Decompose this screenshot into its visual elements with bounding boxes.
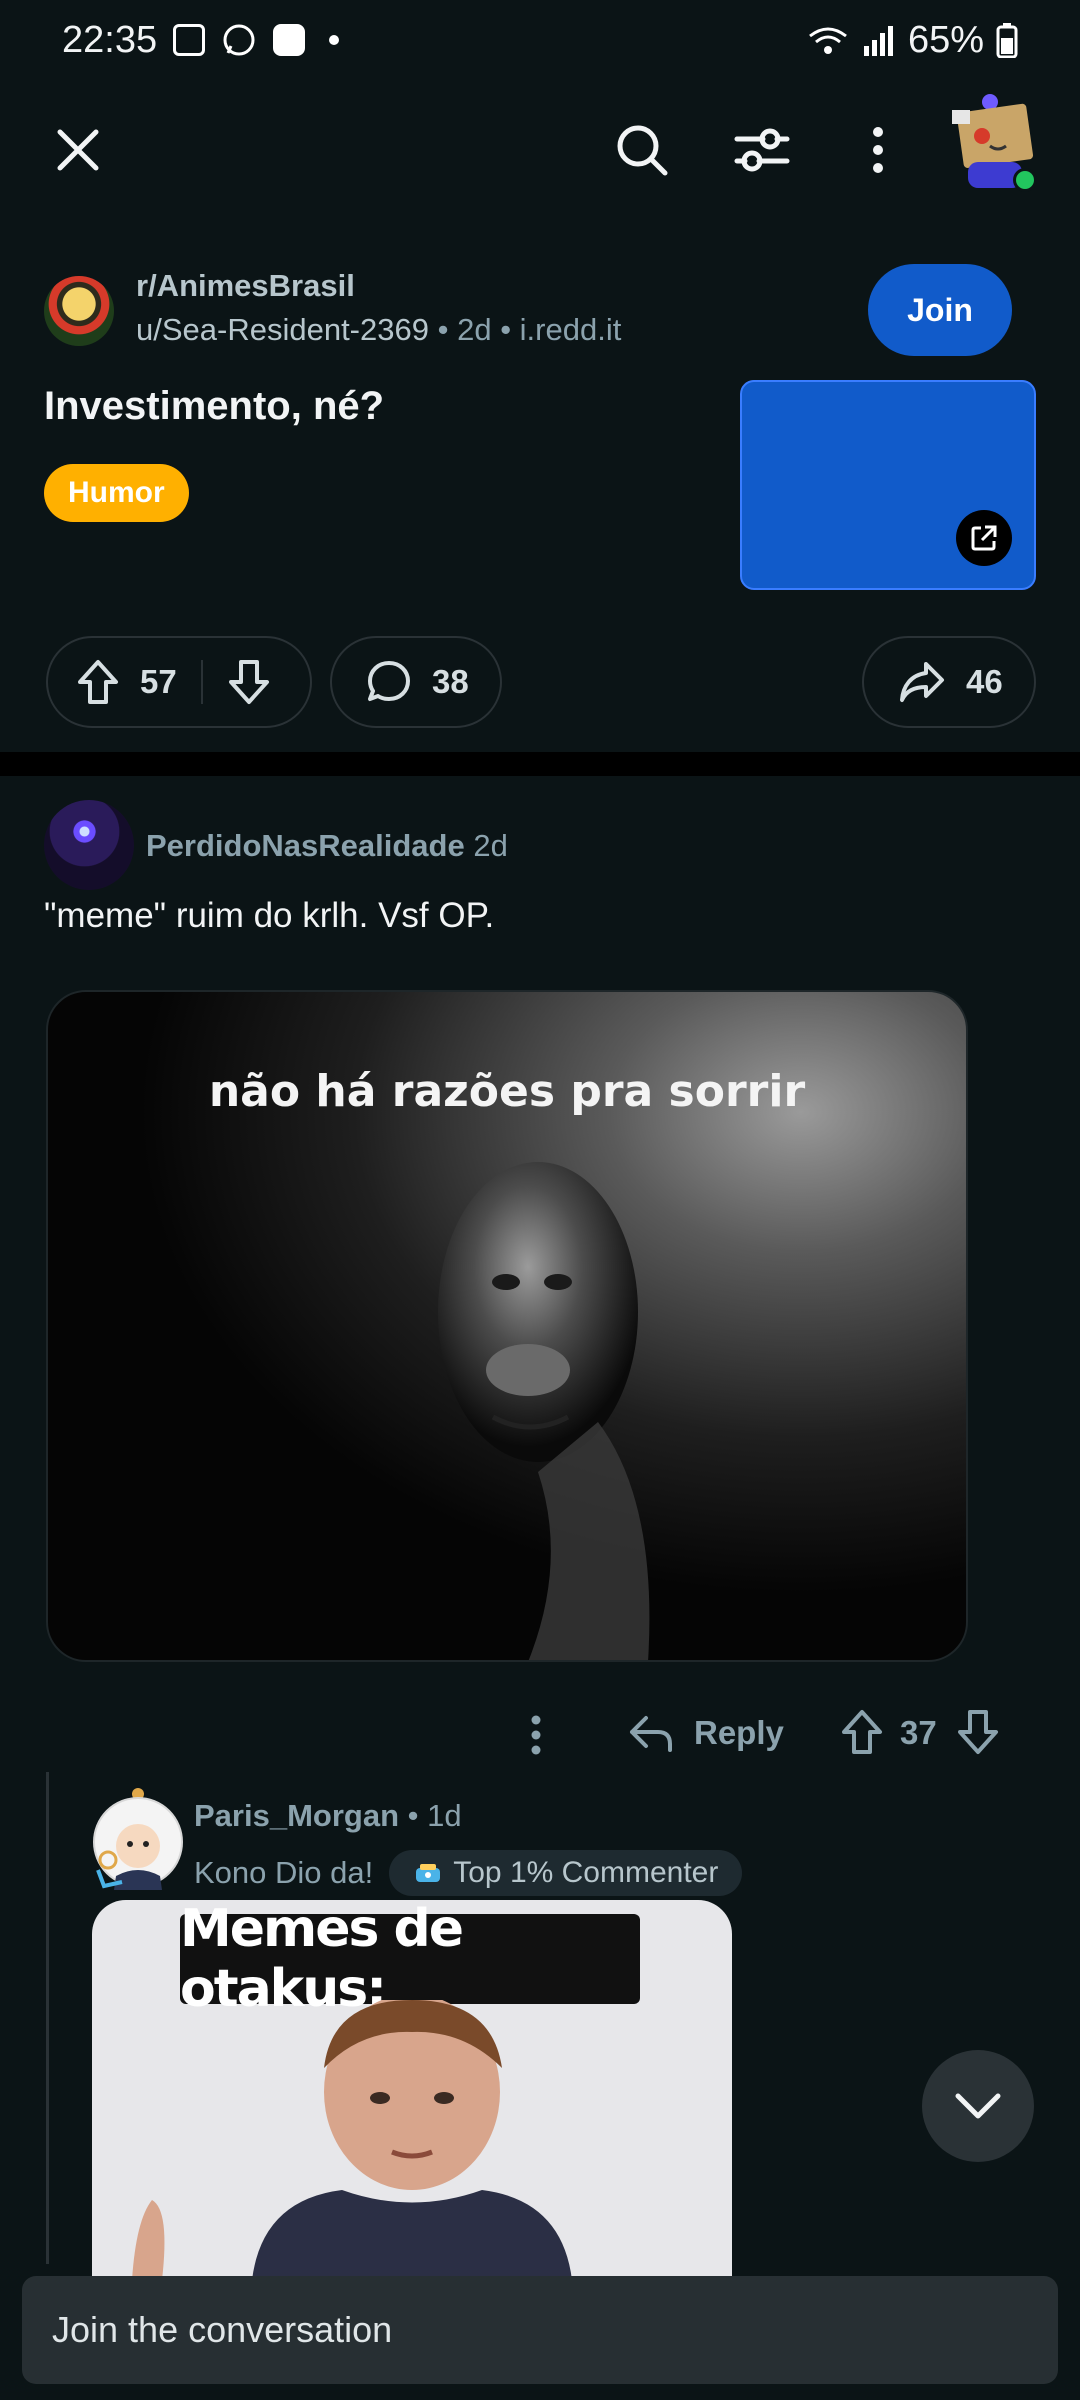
signal-icon <box>863 26 893 56</box>
battery-percent: 65% <box>907 18 984 61</box>
comment-input-placeholder: Join the conversation <box>52 2309 393 2350</box>
comment-author[interactable]: PerdidoNasRealidade <box>146 828 465 863</box>
post-title: Investimento, né? <box>44 384 385 428</box>
reply-separator: • <box>407 1798 428 1833</box>
meta-separator: • <box>500 312 520 347</box>
top-app-bar <box>0 90 1080 210</box>
more-notifications-icon <box>329 35 340 45</box>
comment-body: "meme" ruim do krlh. Vsf OP. <box>44 896 495 935</box>
comment-icon <box>368 661 410 701</box>
reply-button[interactable]: Reply <box>628 1712 784 1754</box>
chevron-down-icon <box>955 2093 1001 2119</box>
reply-commenter-avatar[interactable] <box>92 1786 184 1896</box>
close-button[interactable] <box>40 112 116 188</box>
share-count: 46 <box>966 663 1003 700</box>
battery-icon <box>996 23 1018 58</box>
app-notification-icon <box>273 24 306 56</box>
commenter-badge-icon <box>416 1864 441 1882</box>
reply-image[interactable]: Memes de otakus: <box>92 1900 732 2280</box>
join-button[interactable]: Join <box>868 264 1012 356</box>
share-button[interactable]: 46 <box>862 636 1036 728</box>
post-actions: 57 38 46 <box>0 636 1080 728</box>
reply-age: 1d <box>427 1798 462 1833</box>
meta-separator: • <box>437 312 458 347</box>
upvote-icon[interactable] <box>76 658 120 706</box>
search-icon <box>617 125 668 176</box>
reply-user-flair-row: Kono Dio da! Top 1% Commenter <box>194 1850 743 1896</box>
external-link-icon <box>971 525 997 551</box>
comment-image[interactable]: não há razões pra sorrir <box>46 990 968 1662</box>
user-flair: Kono Dio da! <box>194 1855 374 1890</box>
reply-author[interactable]: Paris_Morgan <box>194 1798 399 1833</box>
wifi-icon <box>809 27 847 54</box>
search-button[interactable] <box>604 112 680 188</box>
subreddit-avatar[interactable] <box>44 276 114 346</box>
close-icon <box>57 129 99 171</box>
status-bar: 22:35 65% <box>0 0 1080 80</box>
filter-button[interactable] <box>724 112 800 188</box>
comment-overflow-button[interactable] <box>530 1714 542 1756</box>
share-icon <box>900 662 944 702</box>
more-vertical-icon <box>873 127 883 173</box>
commenter-avatar[interactable] <box>44 800 134 890</box>
comments-button[interactable]: 38 <box>330 636 502 728</box>
subreddit-name[interactable]: r/AnimesBrasil <box>136 268 355 304</box>
post-age: 2d <box>457 312 492 347</box>
post-meta: u/Sea-Resident-2369 • 2d • i.redd.it <box>136 312 621 348</box>
comment-upvote-icon[interactable] <box>840 1708 884 1756</box>
comment-input[interactable]: Join the conversation <box>22 2276 1058 2384</box>
vote-separator <box>200 660 203 704</box>
reply-author-line: Paris_Morgan • 1d <box>194 1798 462 1834</box>
reply-icon <box>630 1716 672 1752</box>
comment-downvote-icon[interactable] <box>956 1708 1000 1756</box>
comment-vote-count: 37 <box>900 1714 937 1751</box>
gallery-notification-icon <box>173 24 206 56</box>
comment-author-line: PerdidoNasRealidade 2d <box>146 828 508 864</box>
person-photo <box>132 2000 572 2280</box>
comment-actions: Reply 37 <box>0 1700 1080 1770</box>
overflow-menu-button[interactable] <box>840 112 916 188</box>
post-author[interactable]: u/Sea-Resident-2369 <box>136 312 429 347</box>
user-avatar[interactable] <box>946 90 1042 200</box>
badge-label: Top 1% Commenter <box>453 1856 719 1889</box>
image-caption: não há razões pra sorrir <box>208 1066 806 1117</box>
post-flair[interactable]: Humor <box>44 464 189 522</box>
whatsapp-notification-icon <box>223 24 255 56</box>
link-thumbnail[interactable] <box>740 380 1036 590</box>
achievement-badge[interactable]: Top 1% Commenter <box>389 1850 743 1896</box>
status-time: 22:35 <box>62 18 158 61</box>
comment-age: 2d <box>473 828 508 863</box>
scroll-down-button[interactable] <box>922 2050 1034 2162</box>
thread-line[interactable] <box>46 1772 49 2264</box>
vote-bar: 57 <box>46 636 312 728</box>
sort-filter-icon <box>734 128 790 172</box>
post-domain[interactable]: i.redd.it <box>520 312 622 347</box>
upvote-count: 57 <box>140 663 177 700</box>
external-link-badge <box>956 510 1012 566</box>
reply-label: Reply <box>694 1714 784 1751</box>
comment-count: 38 <box>432 663 469 700</box>
downvote-icon[interactable] <box>227 658 271 706</box>
section-divider <box>0 752 1080 776</box>
image-banner: Memes de otakus: <box>180 1900 640 2019</box>
ape-photo <box>438 1162 650 1660</box>
